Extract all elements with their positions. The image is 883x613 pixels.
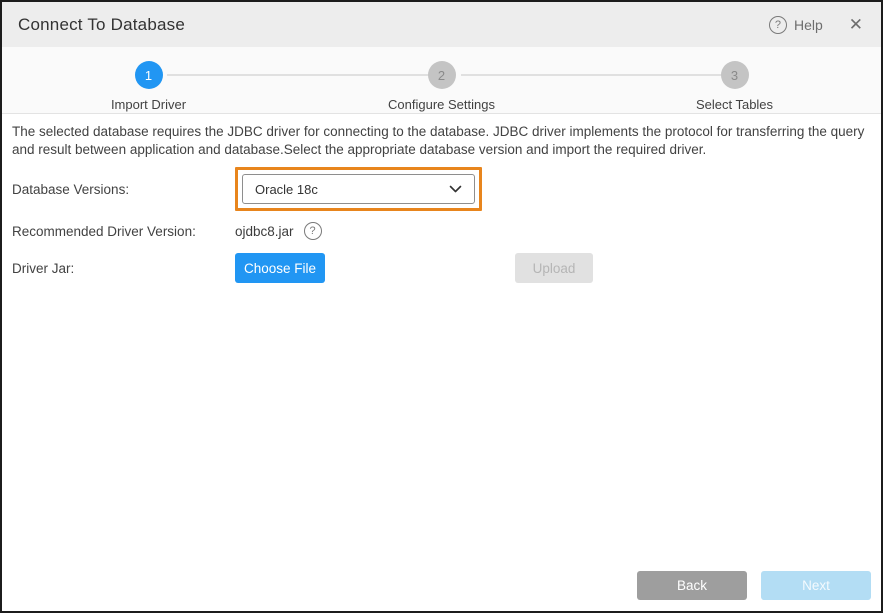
step-3-circle: 3 <box>721 61 749 89</box>
step-import-driver[interactable]: 1 Import Driver <box>2 47 295 113</box>
database-versions-select[interactable]: Oracle 18c <box>242 174 475 204</box>
step-1-circle: 1 <box>135 61 163 89</box>
connect-to-database-dialog: Connect To Database ? Help ✕ 1 Import Dr… <box>0 0 883 613</box>
database-versions-highlight: Oracle 18c <box>235 167 482 211</box>
help-label: Help <box>794 17 823 33</box>
recommended-driver-row: Recommended Driver Version: ojdbc8.jar ? <box>12 222 871 240</box>
back-button[interactable]: Back <box>637 571 747 600</box>
step-3-label: Select Tables <box>696 97 773 112</box>
recommended-driver-value: ojdbc8.jar <box>235 224 294 239</box>
page-title: Connect To Database <box>18 15 185 35</box>
database-versions-row: Database Versions: Oracle 18c <box>12 167 871 211</box>
driver-jar-label: Driver Jar: <box>12 261 235 276</box>
step-configure-settings[interactable]: 2 Configure Settings <box>295 47 588 113</box>
help-button[interactable]: ? Help <box>769 16 823 34</box>
step-2-circle: 2 <box>428 61 456 89</box>
help-icon: ? <box>769 16 787 34</box>
chevron-down-icon <box>449 185 462 194</box>
choose-file-button[interactable]: Choose File <box>235 253 325 283</box>
step-1-label: Import Driver <box>111 97 186 112</box>
recommended-driver-label: Recommended Driver Version: <box>12 224 235 239</box>
next-button[interactable]: Next <box>761 571 871 600</box>
database-versions-selected-value: Oracle 18c <box>255 182 449 197</box>
footer: Back Next <box>2 571 881 611</box>
database-versions-label: Database Versions: <box>12 182 235 197</box>
driver-jar-row: Driver Jar: Choose File Upload <box>12 253 871 283</box>
upload-button[interactable]: Upload <box>515 253 593 283</box>
jdbc-description-text: The selected database requires the JDBC … <box>12 123 871 159</box>
close-icon[interactable]: ✕ <box>849 16 863 33</box>
driver-help-icon[interactable]: ? <box>304 222 322 240</box>
step-select-tables[interactable]: 3 Select Tables <box>588 47 881 113</box>
step-2-label: Configure Settings <box>388 97 495 112</box>
wizard-stepper: 1 Import Driver 2 Configure Settings 3 S… <box>2 47 881 114</box>
titlebar: Connect To Database ? Help ✕ <box>2 2 881 47</box>
content-area: The selected database requires the JDBC … <box>2 114 881 571</box>
